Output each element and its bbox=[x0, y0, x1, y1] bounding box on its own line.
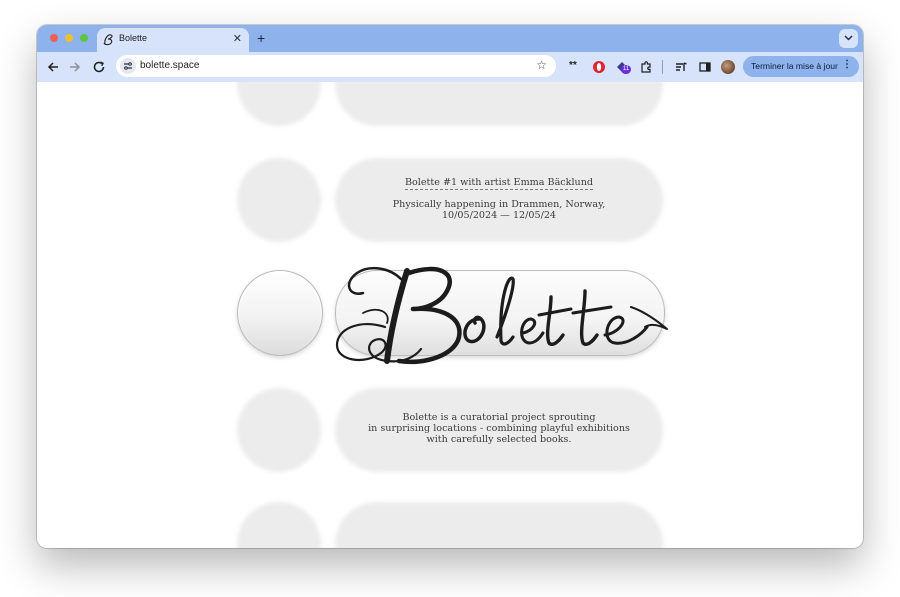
blurred-circle bbox=[237, 158, 321, 242]
password-dots-icon[interactable]: ** bbox=[569, 60, 577, 74]
extension-badge-count: 11 bbox=[621, 65, 632, 74]
tab-bolette[interactable]: Bolette ✕ bbox=[97, 28, 249, 52]
puzzle-icon[interactable] bbox=[639, 60, 653, 74]
opera-icon[interactable] bbox=[592, 60, 606, 74]
toolbar-separator bbox=[662, 60, 663, 74]
event-title-link[interactable]: Bolette #1 with artist Emma Bäcklund bbox=[335, 177, 663, 190]
main-circle-button[interactable] bbox=[237, 270, 323, 356]
tab-strip: Bolette ✕ + bbox=[37, 25, 863, 52]
bookmark-star-icon[interactable]: ☆ bbox=[536, 58, 547, 72]
side-panel-icon[interactable] bbox=[698, 60, 712, 74]
blurred-pill bbox=[335, 82, 663, 126]
blurred-circle bbox=[237, 388, 321, 472]
blurred-pill bbox=[335, 502, 663, 548]
minimize-window-button[interactable] bbox=[65, 34, 73, 42]
finish-update-button[interactable]: Terminer la mise à jour ⋮ bbox=[743, 56, 859, 77]
description-line: in surprising locations - combining play… bbox=[368, 423, 630, 434]
close-tab-icon[interactable]: ✕ bbox=[233, 32, 242, 46]
tab-title: Bolette bbox=[119, 33, 148, 43]
toolbar: bolette.space ☆ ** 11 Terminer la mise à… bbox=[37, 52, 863, 82]
site-settings-icon[interactable] bbox=[120, 58, 136, 74]
tab-search-button[interactable] bbox=[839, 29, 858, 48]
blurred-circle bbox=[237, 82, 321, 126]
bolette-logo-icon bbox=[103, 34, 113, 46]
more-menu-icon[interactable]: ⋮ bbox=[842, 59, 852, 70]
new-tab-button[interactable]: + bbox=[257, 30, 265, 46]
description-line: with carefully selected books. bbox=[426, 434, 572, 445]
blurred-circle bbox=[237, 502, 321, 548]
bolette-logo bbox=[335, 266, 668, 365]
url-text: bolette.space bbox=[140, 60, 200, 71]
event-dates: 10/05/2024 — 12/05/24 bbox=[441, 210, 557, 221]
reading-list-icon[interactable] bbox=[674, 60, 688, 74]
close-window-button[interactable] bbox=[50, 34, 58, 42]
address-bar[interactable]: bolette.space ☆ bbox=[116, 55, 556, 77]
back-arrow-icon[interactable] bbox=[45, 59, 61, 75]
page-viewport: Bolette #1 with artist Emma Bäcklund Phy… bbox=[37, 82, 863, 548]
chevron-down-icon bbox=[844, 35, 853, 41]
profile-avatar[interactable] bbox=[721, 60, 735, 74]
project-description: Bolette is a curatorial project sproutin… bbox=[335, 412, 663, 445]
window-controls bbox=[50, 34, 88, 42]
description-line: Bolette is a curatorial project sproutin… bbox=[402, 412, 596, 423]
event-title: Bolette #1 with artist Emma Bäcklund bbox=[404, 177, 594, 190]
finish-update-label: Terminer la mise à jour bbox=[751, 61, 838, 71]
forward-arrow-icon[interactable] bbox=[67, 59, 83, 75]
zoom-window-button[interactable] bbox=[80, 34, 88, 42]
event-info: Physically happening in Drammen, Norway,… bbox=[335, 199, 663, 221]
badge-extension-icon[interactable]: 11 bbox=[615, 60, 633, 74]
browser-window: Bolette ✕ + bolette.space ☆ ** 11 Termin… bbox=[37, 25, 863, 548]
event-location: Physically happening in Drammen, Norway, bbox=[392, 199, 606, 210]
reload-icon[interactable] bbox=[91, 59, 107, 75]
